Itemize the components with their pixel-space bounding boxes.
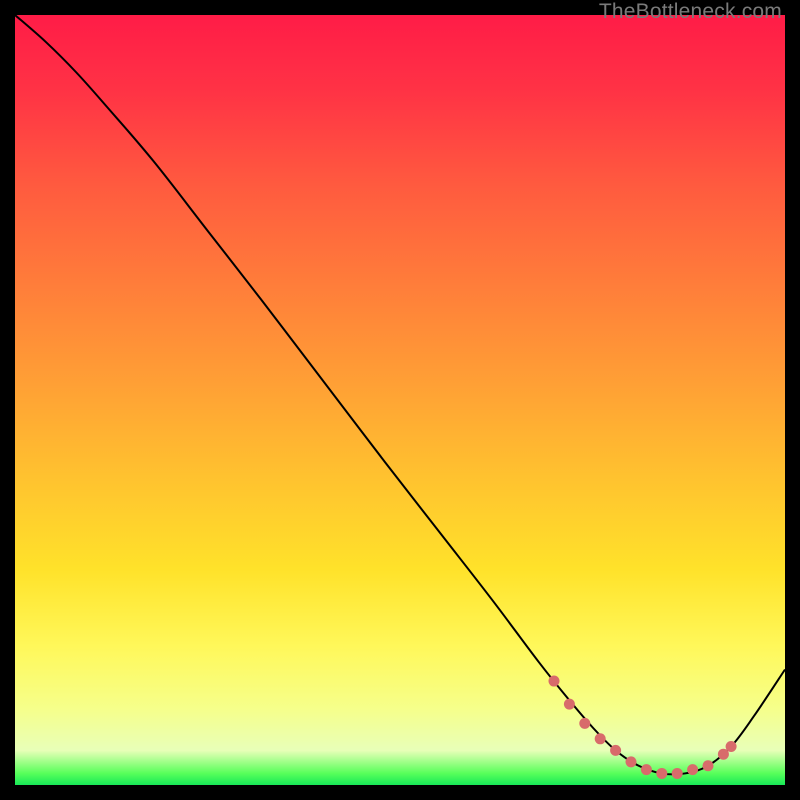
- marker-dot: [703, 760, 714, 771]
- marker-dot: [656, 768, 667, 779]
- watermark-text: TheBottleneck.com: [599, 0, 782, 24]
- marker-dot: [579, 718, 590, 729]
- chart-frame: [15, 15, 785, 785]
- marker-dot: [687, 764, 698, 775]
- marker-dot: [626, 756, 637, 767]
- bottleneck-chart: [15, 15, 785, 785]
- marker-dot: [595, 733, 606, 744]
- gradient-background: [15, 15, 785, 785]
- marker-dot: [549, 676, 560, 687]
- marker-dot: [726, 741, 737, 752]
- marker-dot: [672, 768, 683, 779]
- marker-dot: [610, 745, 621, 756]
- marker-dot: [641, 764, 652, 775]
- marker-dot: [564, 699, 575, 710]
